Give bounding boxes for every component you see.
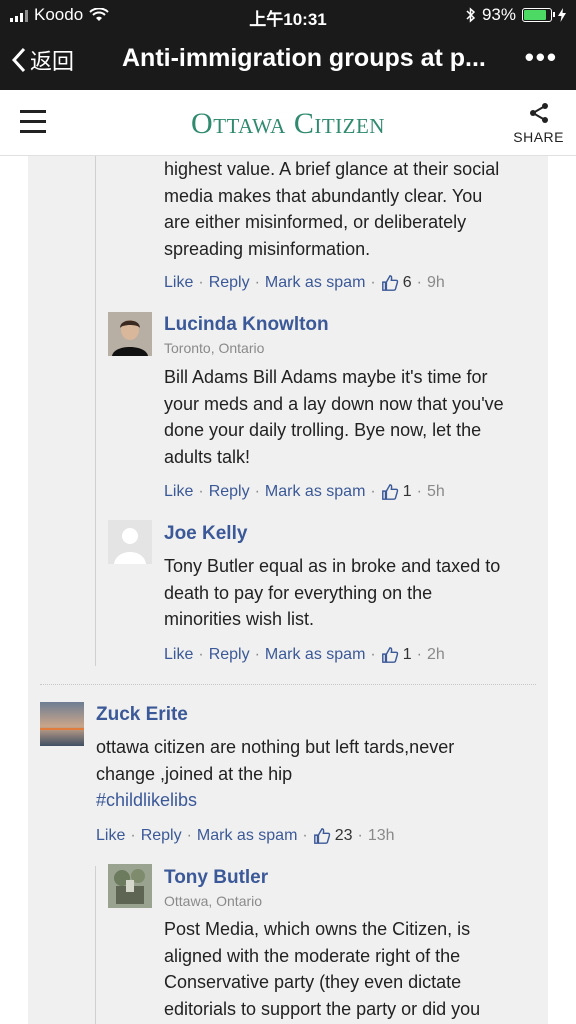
comment-time: 2h	[426, 646, 445, 663]
comment-author[interactable]: Joe Kelly	[164, 523, 247, 545]
like-link[interactable]: Like	[164, 483, 193, 501]
share-icon	[529, 103, 548, 123]
reply-link[interactable]: Reply	[209, 646, 250, 664]
comment-actions: Like · Reply · Mark as spam · 6 · 9h	[164, 274, 445, 292]
battery-icon	[522, 8, 555, 22]
hashtag-link[interactable]: #childlikelibs	[96, 787, 454, 814]
mark-spam-link[interactable]: Mark as spam	[265, 274, 365, 292]
comment-author[interactable]: Zuck Erite	[96, 704, 188, 726]
avatar[interactable]	[108, 520, 152, 564]
thread-line	[95, 866, 96, 1024]
battery-percent: 93%	[481, 5, 516, 24]
comment-author[interactable]: Tony Butler	[164, 867, 268, 889]
mark-spam-link[interactable]: Mark as spam	[197, 827, 297, 845]
mark-spam-link[interactable]: Mark as spam	[265, 646, 365, 664]
share-button[interactable]: SHARE	[513, 102, 564, 145]
thread-line	[95, 156, 96, 666]
comment-actions: Like · Reply · Mark as spam · 1 · 5h	[164, 483, 445, 501]
comments-section: highest value. A brief glance at their s…	[0, 156, 576, 1024]
comment-time: 5h	[426, 483, 445, 500]
comment-actions: Like · Reply · Mark as spam · 23 · 13h	[96, 827, 395, 845]
chevron-left-icon	[12, 47, 26, 73]
more-button[interactable]: •••	[525, 42, 558, 73]
comment-author[interactable]: Lucinda Knowlton	[164, 314, 329, 336]
comment-text: ottawa citizen are nothing but left tard…	[96, 734, 454, 814]
like-count: 23	[334, 827, 353, 844]
thumbs-up-icon[interactable]	[381, 646, 399, 664]
like-link[interactable]: Like	[164, 274, 193, 292]
like-link[interactable]: Like	[96, 827, 125, 845]
share-label: SHARE	[513, 129, 564, 145]
page-title: Anti-immigration groups at p...	[122, 44, 486, 72]
site-logo[interactable]: Ottawa Citizen	[0, 107, 576, 141]
thumbs-up-icon[interactable]	[381, 274, 399, 292]
bluetooth-icon	[466, 7, 476, 23]
like-count: 6	[402, 274, 412, 291]
reply-link[interactable]: Reply	[209, 483, 250, 501]
comment-text: Post Media, which owns the Citizen, is a…	[164, 919, 481, 1019]
comment-time: 9h	[426, 274, 445, 291]
like-count: 1	[402, 483, 412, 500]
reply-link[interactable]: Reply	[209, 274, 250, 292]
comment-actions: Like · Reply · Mark as spam · 1 · 2h	[164, 646, 445, 664]
comment-location: Toronto, Ontario	[164, 340, 265, 356]
avatar[interactable]	[40, 702, 84, 746]
back-button[interactable]: 返回	[12, 44, 74, 76]
comment-text: Tony Butler equal as in broke and taxed …	[164, 556, 501, 629]
comment-time: 13h	[367, 827, 395, 844]
comment-text: highest value. A brief glance at their s…	[164, 159, 500, 259]
charging-icon	[558, 8, 566, 22]
back-label: 返回	[30, 49, 75, 74]
thumbs-up-icon[interactable]	[313, 827, 331, 845]
avatar[interactable]	[108, 312, 152, 356]
like-count: 1	[402, 646, 412, 663]
comment-text: Bill Adams Bill Adams maybe it's time fo…	[164, 367, 504, 467]
comment-location: Ottawa, Ontario	[164, 893, 263, 909]
site-header: Ottawa Citizen SHARE	[0, 90, 576, 156]
avatar[interactable]	[108, 864, 152, 908]
thumbs-up-icon[interactable]	[381, 483, 399, 501]
nav-bar: 返回 Anti-immigration groups at p... •••	[0, 30, 576, 90]
status-bar: Koodo 上午10:31 93%	[0, 0, 576, 30]
comment-divider	[40, 684, 536, 685]
like-link[interactable]: Like	[164, 646, 193, 664]
reply-link[interactable]: Reply	[141, 827, 182, 845]
mark-spam-link[interactable]: Mark as spam	[265, 483, 365, 501]
